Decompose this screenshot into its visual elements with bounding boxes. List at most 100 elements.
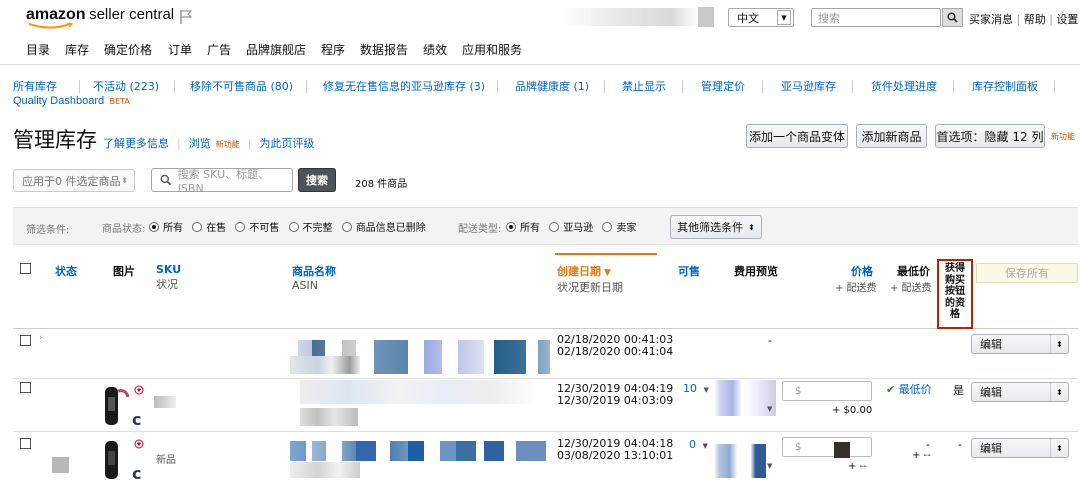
add-product-button[interactable]: 添加新商品 — [856, 124, 927, 148]
row-edit-select[interactable]: 编辑 ⬍ — [971, 334, 1069, 354]
row-checkbox[interactable] — [20, 382, 31, 393]
row-price-input[interactable]: $ — [782, 437, 872, 457]
preferences-button[interactable]: 首选项：隐藏 12 列 — [935, 124, 1045, 148]
col-sku-sub: 状况 — [156, 278, 178, 291]
logo-brand: amazon — [26, 6, 86, 23]
row-edit-select[interactable]: 编辑 ⬍ — [971, 438, 1069, 458]
available-value: 0 — [689, 438, 696, 451]
quality-dashboard-link[interactable]: Quality Dashboard BETA — [13, 94, 130, 107]
header-links: 买家消息 | 帮助 | 设置 — [969, 13, 1079, 26]
help-link[interactable]: 帮助 — [1024, 13, 1046, 26]
status-option-deleted[interactable]: 商品信息已删除 — [341, 222, 426, 234]
nav-orders[interactable]: 订单 — [168, 41, 192, 58]
subnav-inventory-dashboard[interactable]: 库存控制面板 — [972, 78, 1038, 94]
col-created-sub: 状况更新日期 — [557, 281, 623, 294]
subnav-all-inventory[interactable]: 所有库存 — [13, 78, 57, 94]
col-created-wrap: 创建日期 ▼ — [557, 263, 623, 279]
col-price[interactable]: 价格 + 配送费 — [835, 263, 877, 294]
nav-inventory[interactable]: 库存 — [65, 41, 89, 58]
fulfillment-option-all[interactable]: 所有 — [506, 222, 540, 234]
updown-icon: ⬍ — [1050, 383, 1068, 401]
fulfillment-option-merchant[interactable]: 卖家 — [602, 222, 636, 234]
row-available-qty[interactable]: 0 ▼ — [689, 438, 708, 451]
row-edit-select[interactable]: 编辑 ⬍ — [971, 382, 1069, 402]
edit-label: 编辑 — [980, 442, 1002, 455]
subnav-separator — [682, 80, 683, 93]
select-all-checkbox[interactable] — [20, 263, 31, 274]
row-dates: 12/30/2019 04:04:18 03/08/2020 13:10:01 — [557, 438, 673, 462]
nav-performance[interactable]: 绩效 — [423, 41, 447, 58]
status-inactive-label: 不可售 — [249, 223, 280, 234]
table-header-bottom-border — [13, 328, 1078, 329]
nav-programs[interactable]: 程序 — [321, 41, 345, 58]
account-info-redacted — [562, 8, 698, 26]
inventory-search-input[interactable]: 搜索 SKU、标题、ISBN — [151, 168, 293, 195]
header-search-button[interactable] — [942, 8, 963, 27]
edit-label: 编辑 — [980, 338, 1002, 351]
add-variation-button[interactable]: 添加一个商品变体 — [746, 124, 848, 148]
subnav-manage-pricing[interactable]: 管理定价 — [701, 78, 745, 94]
fulfillment-option-amazon[interactable]: 亚马逊 — [549, 222, 593, 234]
col-status[interactable]: 状态 — [55, 263, 77, 279]
col-created-label: 创建日期 — [557, 265, 601, 278]
learn-more-link[interactable]: 了解更多信息 — [103, 135, 169, 151]
row-fee-preview: - — [768, 334, 772, 347]
language-select[interactable]: 中文 ▼ — [728, 8, 794, 27]
product-thumbnail[interactable]: c — [102, 383, 146, 429]
flag-icon[interactable] — [178, 9, 194, 25]
page-title-row: 管理库存 了解更多信息 | 浏览 新功能 | 为此页评级 — [13, 124, 314, 154]
buyer-messages-link[interactable]: 买家消息 — [969, 13, 1013, 26]
nav-stores[interactable]: 品牌旗舰店 — [246, 41, 306, 58]
row-checkbox[interactable] — [20, 438, 31, 449]
subnav-suppressed[interactable]: 禁止显示 — [622, 78, 666, 94]
browse-link[interactable]: 浏览 — [189, 135, 211, 151]
col-price-label: 价格 — [851, 265, 873, 278]
row-lowest-shipping: + -- — [912, 450, 931, 461]
status-option-all[interactable]: 所有 — [149, 222, 183, 234]
subnav-brand-health[interactable]: 品牌健康度 (1) — [515, 78, 589, 94]
radio — [602, 222, 613, 232]
product-thumbnail[interactable]: c — [102, 437, 146, 483]
fulfillment-filter-options: 所有 亚马逊 卖家 — [506, 219, 636, 234]
bulk-action-select[interactable]: 应用于0 件选定商品 ⬍ — [13, 169, 135, 192]
subnav-remove-unfulfillable[interactable]: 移除不可售商品 (80) — [190, 78, 293, 94]
subnav-shipments[interactable]: 货件处理进度 — [871, 78, 937, 94]
dropdown-caret-icon[interactable]: ▼ — [767, 462, 772, 470]
dropdown-caret-icon: ▼ — [703, 386, 709, 394]
nav-apps-services[interactable]: 应用和服务 — [462, 41, 522, 58]
col-created-date[interactable]: 创建日期 ▼ 状况更新日期 — [557, 263, 623, 295]
logo-product: seller central — [89, 6, 175, 23]
inventory-search-button[interactable]: 搜索 — [298, 168, 336, 192]
status-all-label: 所有 — [163, 223, 183, 234]
fitness-band-image: c — [105, 439, 144, 483]
col-fee-preview: 费用预览 — [734, 265, 778, 278]
language-value: 中文 — [737, 11, 759, 25]
nav-pricing[interactable]: 确定价格 — [104, 41, 152, 58]
row-available-qty[interactable]: 10 ▼ — [683, 382, 709, 395]
status-option-active[interactable]: 在售 — [192, 222, 226, 234]
subnav-separator — [1054, 80, 1055, 93]
status-deleted-label: 商品信息已删除 — [355, 223, 426, 234]
amazon-logo[interactable]: amazon seller central — [26, 6, 175, 29]
status-option-inactive[interactable]: 不可售 — [235, 222, 280, 234]
col-product-name[interactable]: 商品名称 ASIN — [292, 263, 336, 292]
subnav-inactive[interactable]: 不活动 (223) — [93, 78, 159, 94]
more-filters-button[interactable]: 其他筛选条件 ⬍ — [670, 215, 762, 239]
status-filter-label: 商品状态: — [102, 224, 146, 235]
dropdown-caret-icon[interactable]: ▼ — [767, 405, 772, 413]
save-all-button[interactable]: 保存所有 — [976, 263, 1078, 283]
header-search-input[interactable]: 搜索 — [811, 8, 941, 27]
nav-reports[interactable]: 数据报告 — [360, 41, 408, 58]
subnav-fix-stranded[interactable]: 修复无在售信息的亚马逊库存 (3) — [323, 78, 485, 94]
col-available[interactable]: 可售 — [678, 263, 700, 279]
radio — [235, 222, 246, 232]
settings-link[interactable]: 设置 — [1056, 13, 1078, 26]
subnav-fba-inventory[interactable]: 亚马逊库存 — [781, 78, 836, 94]
row-checkbox[interactable] — [20, 335, 31, 346]
row-price-input[interactable]: $ — [782, 381, 872, 401]
nav-advertising[interactable]: 广告 — [207, 41, 231, 58]
nav-catalog[interactable]: 目录 — [26, 41, 50, 58]
status-option-incomplete[interactable]: 不完整 — [288, 222, 333, 234]
rate-page-link[interactable]: 为此页评级 — [259, 135, 314, 151]
col-sku[interactable]: SKU 状况 — [156, 263, 181, 292]
